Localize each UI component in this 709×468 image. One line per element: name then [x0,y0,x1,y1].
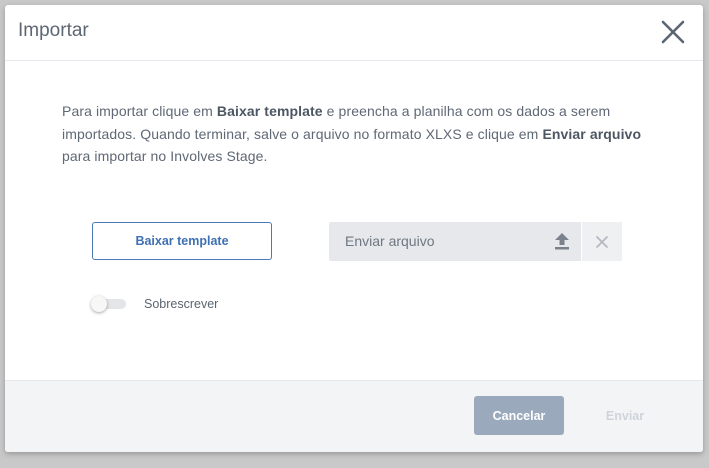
cancel-button[interactable]: Cancelar [474,396,564,435]
import-instructions: Para importar clique em Baixar template … [62,100,652,168]
overwrite-toggle[interactable] [91,296,127,312]
instructions-text: Para importar clique em [62,103,217,119]
dialog-header: Importar [5,5,703,61]
upload-icon [555,233,569,250]
upload-file-label: Enviar arquivo [345,233,435,249]
import-dialog: Importar Para importar clique em Baixar … [5,5,703,452]
close-icon [661,20,685,44]
download-template-button[interactable]: Baixar template [92,222,272,260]
instructions-highlight: Enviar arquivo [542,125,642,142]
upload-file-field[interactable]: Enviar arquivo [329,222,581,261]
send-button[interactable]: Enviar [585,396,665,435]
instructions-highlight: Baixar template [216,103,323,119]
instructions-text: para importar no Involves Stage. [62,148,268,164]
overwrite-label: Sobrescrever [144,297,219,311]
clear-file-button[interactable] [582,222,622,261]
dialog-title: Importar [18,20,89,41]
close-icon [595,235,609,248]
toggle-knob [91,296,107,312]
dialog-footer: Cancelar Enviar [5,380,703,452]
close-button[interactable] [660,19,686,45]
